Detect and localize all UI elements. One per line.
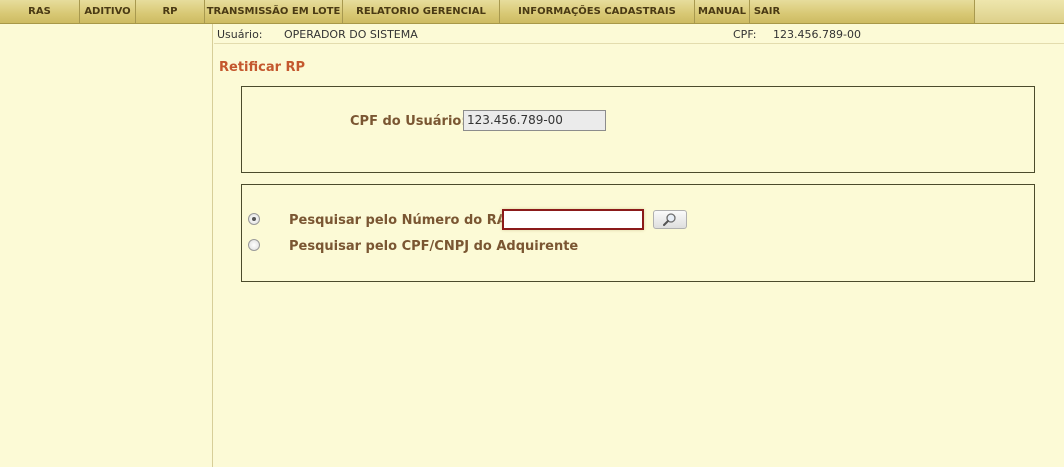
search-fieldset	[241, 184, 1035, 282]
left-panel	[0, 24, 213, 467]
top-menu-bar: RAS ADITIVO RP TRANSMISSÃO EM LOTE RELAT…	[0, 0, 1064, 24]
radio-selected-dot	[252, 217, 256, 221]
user-label: Usuário:	[217, 28, 263, 41]
magnifier-icon	[663, 213, 676, 226]
numero-ras-input[interactable]	[502, 209, 644, 230]
radio-numero-ras-label[interactable]: Pesquisar pelo Número do RAS	[289, 213, 516, 228]
radio-numero-ras[interactable]	[248, 213, 260, 225]
menu-item-rp[interactable]: RP	[136, 0, 205, 23]
menu-bar-end	[974, 0, 1064, 23]
cpf-label: CPF:	[733, 28, 757, 41]
cpf-value: 123.456.789-00	[773, 28, 861, 41]
menu-item-informacoes-cadastrais[interactable]: INFORMAÇÕES CADASTRAIS	[500, 0, 695, 23]
menu-item-relatorio-gerencial[interactable]: RELATORIO GERENCIAL	[343, 0, 500, 23]
menu-item-aditivo[interactable]: ADITIVO	[80, 0, 136, 23]
cpf-fieldset	[241, 86, 1035, 173]
user-info-bar: Usuário: OPERADOR DO SISTEMA CPF: 123.45…	[214, 24, 1064, 44]
cpf-usuario-field[interactable]: 123.456.789-00	[463, 110, 606, 131]
search-button[interactable]	[653, 210, 687, 229]
page-title: Retificar RP	[219, 60, 306, 75]
radio-cpf-cnpj-label[interactable]: Pesquisar pelo CPF/CNPJ do Adquirente	[289, 239, 578, 254]
user-name: OPERADOR DO SISTEMA	[284, 28, 418, 41]
radio-cpf-cnpj[interactable]	[248, 239, 260, 251]
menu-item-ras[interactable]: RAS	[0, 0, 80, 23]
cpf-usuario-label: CPF do Usuário:	[350, 114, 467, 129]
menu-item-manual[interactable]: MANUAL	[695, 0, 750, 23]
menu-item-transmissao-em-lote[interactable]: TRANSMISSÃO EM LOTE	[205, 0, 343, 23]
menu-item-sair[interactable]: SAIR	[750, 0, 784, 23]
